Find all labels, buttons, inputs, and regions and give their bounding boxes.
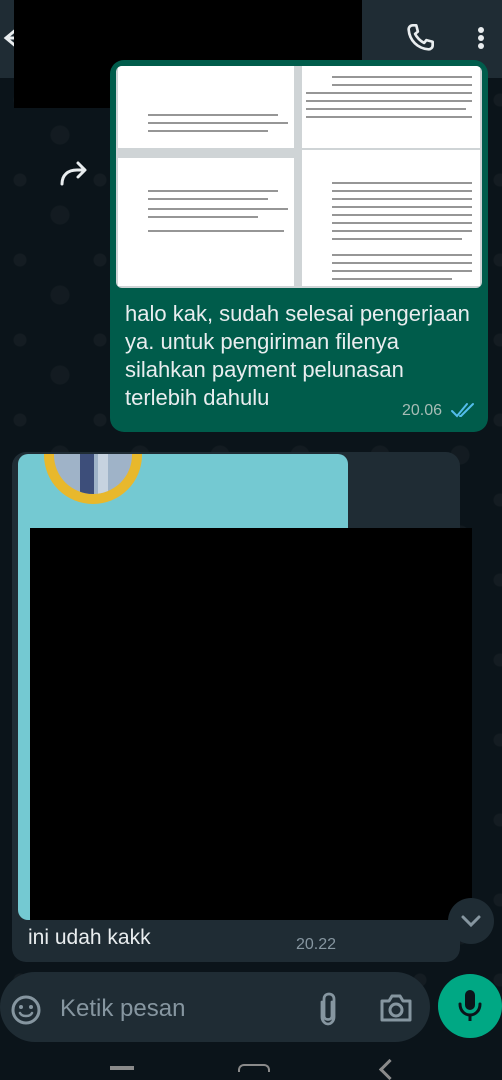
document-preview[interactable] [116, 66, 482, 288]
recent-apps-button[interactable] [110, 1066, 134, 1070]
emoji-icon[interactable] [10, 994, 42, 1026]
document-page [302, 150, 480, 286]
chevron-down-icon [461, 915, 481, 928]
scroll-to-bottom-button[interactable] [448, 898, 494, 944]
message-time: 20.22 [296, 936, 337, 953]
redacted-image-content [30, 528, 472, 920]
double-check-read-icon [451, 403, 474, 418]
microphone-icon [458, 990, 482, 1021]
document-page [302, 66, 480, 148]
home-button[interactable] [238, 1064, 270, 1072]
microphone-button[interactable] [438, 974, 502, 1038]
camera-icon[interactable] [378, 992, 414, 1024]
message-input[interactable] [58, 990, 302, 1028]
message-time: 20.06 [402, 402, 443, 419]
more-vertical-icon[interactable] [470, 22, 492, 54]
message-text: ini udah kakk [28, 926, 151, 949]
document-page [118, 66, 294, 148]
phone-icon[interactable] [404, 22, 436, 54]
forward-icon[interactable] [58, 158, 92, 192]
paperclip-icon[interactable] [314, 990, 342, 1028]
document-page [118, 158, 294, 286]
message-text: halo kak, sudah selesai pengerjaan ya. u… [125, 301, 470, 410]
